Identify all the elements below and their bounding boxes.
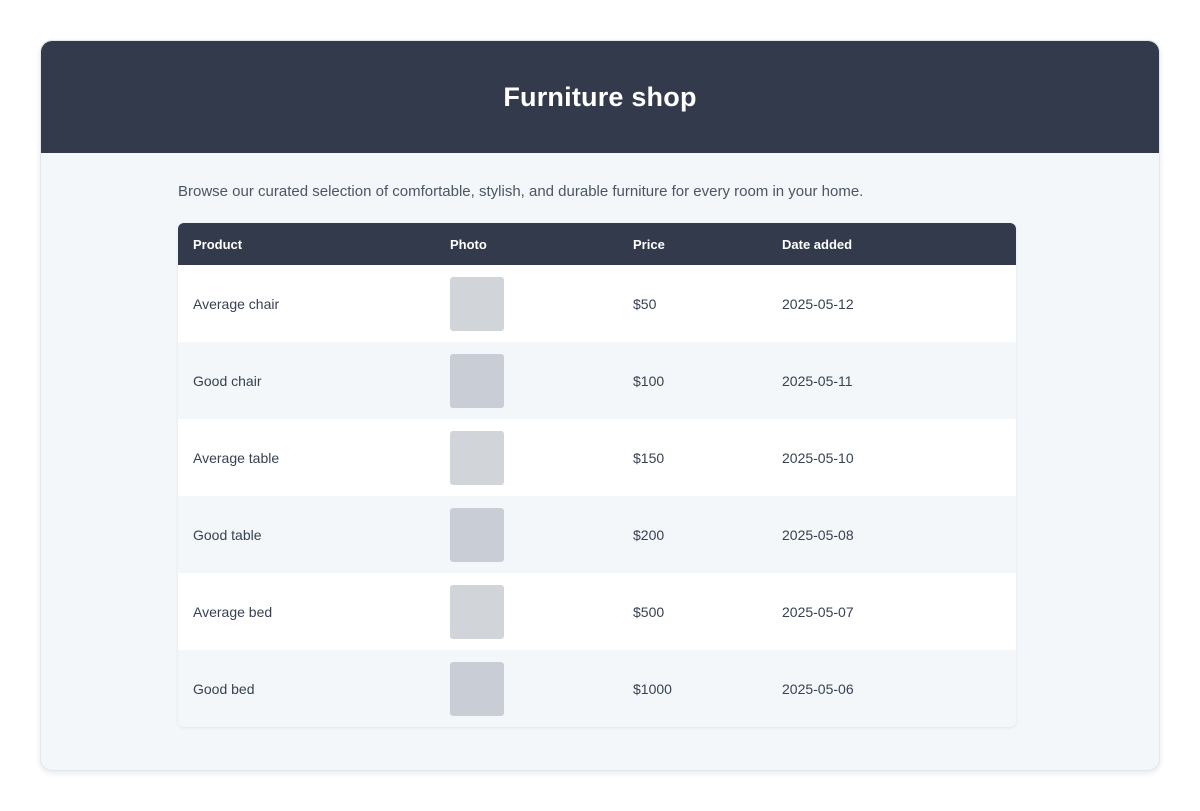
product-photo-placeholder <box>450 353 504 408</box>
intro-text: Browse our curated selection of comforta… <box>178 183 864 200</box>
product-price: $100 <box>633 372 665 389</box>
product-table: Product Photo Price Date added Average c… <box>178 223 1016 727</box>
product-photo-placeholder <box>450 507 504 562</box>
product-price: $200 <box>633 526 665 543</box>
table-row: Average bed $500 2025-05-07 <box>178 573 1016 650</box>
page-header: Furniture shop <box>41 41 1159 153</box>
product-photo-placeholder <box>450 661 504 716</box>
table-row: Average table $150 2025-05-10 <box>178 419 1016 496</box>
date-added: 2025-05-11 <box>782 372 853 389</box>
table-header: Product Photo Price Date added <box>178 223 1016 265</box>
product-name: Good bed <box>193 680 255 697</box>
photo-cell <box>435 650 618 727</box>
table-row: Good table $200 2025-05-08 <box>178 496 1016 573</box>
photo-cell <box>435 342 618 419</box>
product-photo-placeholder <box>450 584 504 639</box>
table-row: Good chair $100 2025-05-11 <box>178 342 1016 419</box>
product-name: Average bed <box>193 603 273 620</box>
table-header-row: Product Photo Price Date added <box>178 223 1016 265</box>
product-name: Good chair <box>193 372 262 389</box>
photo-cell <box>435 265 618 342</box>
product-photo-placeholder <box>450 430 504 485</box>
product-name: Average chair <box>193 295 280 312</box>
table-row: Average chair $50 2025-05-12 <box>178 265 1016 342</box>
photo-cell <box>435 419 618 496</box>
photo-cell <box>435 573 618 650</box>
product-price: $50 <box>633 295 657 312</box>
product-name: Average table <box>193 449 280 466</box>
product-photo-placeholder <box>450 276 504 331</box>
table-row: Good bed $1000 2025-05-06 <box>178 650 1016 727</box>
shop-card: Furniture shop Browse our curated select… <box>40 40 1160 771</box>
date-added: 2025-05-12 <box>782 295 854 312</box>
date-added: 2025-05-08 <box>782 526 854 543</box>
product-price: $150 <box>633 449 665 466</box>
table-body: Average chair $50 2025-05-12 Good chair … <box>178 265 1016 727</box>
product-price: $1000 <box>633 680 672 697</box>
product-table-container: Product Photo Price Date added Average c… <box>178 223 1016 727</box>
date-added: 2025-05-06 <box>782 680 854 697</box>
column-header-photo: Photo <box>450 236 487 252</box>
column-header-price: Price <box>633 236 665 252</box>
column-header-date-added: Date added <box>782 236 853 252</box>
date-added: 2025-05-10 <box>782 449 854 466</box>
product-name: Good table <box>193 526 262 543</box>
product-price: $500 <box>633 603 665 620</box>
page-title: Furniture shop <box>503 81 697 112</box>
column-header-product: Product <box>193 236 243 252</box>
photo-cell <box>435 496 618 573</box>
date-added: 2025-05-07 <box>782 603 854 620</box>
